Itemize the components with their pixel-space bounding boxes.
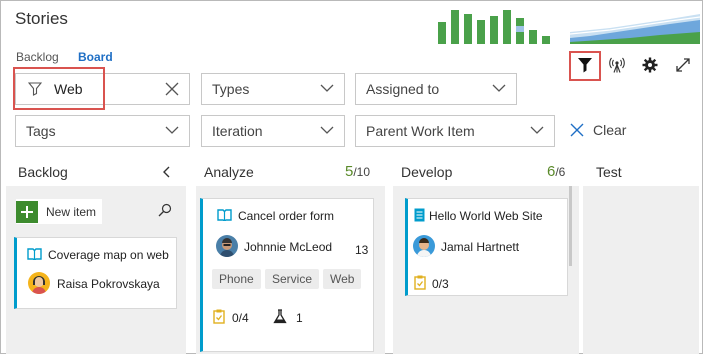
- pivot-board[interactable]: Board: [78, 50, 113, 64]
- new-item-label: New item: [46, 204, 97, 219]
- tag-phone: Phone: [212, 269, 261, 289]
- pivot-backlog[interactable]: Backlog: [16, 50, 59, 64]
- task-icon: [414, 275, 426, 290]
- card-effort: 13: [355, 243, 369, 257]
- card-assignee[interactable]: Jamal Hartnett: [441, 240, 519, 254]
- fullscreen-button[interactable]: [672, 54, 694, 76]
- tags-dropdown[interactable]: Tags: [15, 115, 190, 147]
- card-title: Cancel order form: [238, 209, 335, 223]
- column-test-title: Test: [596, 164, 622, 180]
- analyze-limit: /10: [353, 165, 371, 179]
- avatar: [216, 235, 238, 257]
- chevron-down-icon: [320, 84, 334, 92]
- live-updates-button[interactable]: [606, 54, 628, 76]
- card-tasks[interactable]: 0/3: [432, 277, 449, 291]
- book-icon: [27, 248, 42, 260]
- chevron-down-icon: [492, 84, 506, 92]
- settings-button[interactable]: [639, 54, 661, 76]
- tags-label: Tags: [26, 123, 56, 139]
- column-backlog-title: Backlog: [18, 164, 68, 180]
- filter-toggle-button[interactable]: [574, 54, 596, 76]
- live-updates-icon: [609, 57, 625, 73]
- develop-card[interactable]: Hello World Web Site Jamal Hartnett 0/3: [405, 198, 568, 296]
- tag-service: Service: [265, 269, 320, 289]
- chevron-down-icon: [530, 126, 544, 134]
- card-assignee[interactable]: Johnnie McLeod: [244, 240, 332, 254]
- scrollbar[interactable]: [569, 186, 572, 266]
- clear-filters-label: Clear: [593, 122, 627, 138]
- book-icon: [217, 209, 232, 221]
- assigned-label: Assigned to: [366, 81, 440, 97]
- avatar: [28, 272, 50, 294]
- card-title: Coverage map on web: [48, 248, 169, 262]
- iteration-dropdown[interactable]: Iteration: [201, 115, 345, 147]
- add-icon: [16, 200, 38, 223]
- clear-x-icon: [570, 123, 584, 137]
- chevron-down-icon: [320, 126, 334, 134]
- new-item-button[interactable]: New item: [16, 199, 102, 224]
- types-label: Types: [212, 81, 250, 97]
- card-title: Hello World Web Site: [429, 209, 543, 223]
- velocity-chart[interactable]: [570, 8, 700, 44]
- avatar: [413, 235, 435, 257]
- iteration-label: Iteration: [212, 123, 263, 139]
- types-dropdown[interactable]: Types: [201, 73, 345, 105]
- task-icon: [213, 309, 225, 324]
- page-title: Stories: [15, 9, 68, 28]
- parent-work-item-dropdown[interactable]: Parent Work Item: [355, 115, 555, 147]
- analyze-card[interactable]: Cancel order form Johnnie McLeod 13 Phon…: [200, 198, 374, 352]
- backlog-card[interactable]: Coverage map on web Raisa Pokrovskaya: [14, 237, 177, 309]
- develop-limit: /6: [555, 165, 566, 179]
- tag-web: Web: [323, 269, 361, 289]
- parent-label: Parent Work Item: [366, 123, 475, 139]
- column-analyze-title: Analyze: [204, 164, 254, 180]
- collapse-icon[interactable]: [162, 166, 172, 178]
- doc-icon: [414, 208, 425, 222]
- card-tests[interactable]: 1: [296, 311, 303, 325]
- filter-toggle-icon: [578, 58, 592, 73]
- fullscreen-icon: [676, 58, 690, 72]
- search-icon[interactable]: [158, 203, 172, 217]
- assigned-to-dropdown[interactable]: Assigned to: [355, 73, 517, 105]
- flask-icon: [273, 309, 287, 324]
- keyword-highlight: [13, 67, 105, 110]
- analyze-wip-count: 5/10: [345, 163, 370, 180]
- card-tasks[interactable]: 0/4: [232, 311, 249, 325]
- clear-x-icon[interactable]: [165, 82, 179, 96]
- clear-filters-button[interactable]: Clear: [570, 122, 626, 138]
- test-lane: [583, 186, 699, 354]
- column-develop-title: Develop: [401, 164, 453, 180]
- cumulative-flow-chart[interactable]: [433, 8, 558, 44]
- card-assignee[interactable]: Raisa Pokrovskaya: [57, 277, 160, 291]
- develop-wip-count: 6/6: [547, 163, 565, 180]
- chevron-down-icon: [165, 126, 179, 134]
- gear-icon: [642, 57, 658, 73]
